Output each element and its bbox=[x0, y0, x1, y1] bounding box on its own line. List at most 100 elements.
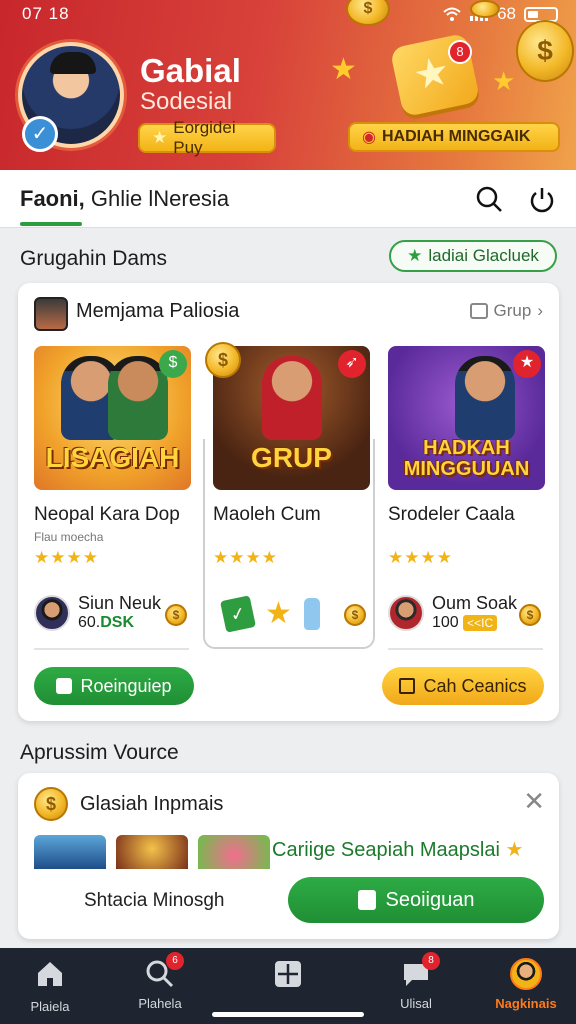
invite-promo-text: Cariige Seapiah Maapslai ★ bbox=[272, 839, 524, 861]
star-decor-icon: ★ bbox=[492, 66, 516, 96]
rating-stars: ★★★★ bbox=[213, 548, 278, 567]
group-link[interactable]: Grup › bbox=[469, 301, 543, 321]
coin-decor-icon: $ bbox=[516, 20, 574, 82]
divider bbox=[388, 648, 543, 650]
invite-secondary-link[interactable]: Shtacia Minosgh bbox=[84, 890, 224, 912]
nav-item-grid[interactable] bbox=[240, 958, 336, 999]
power-icon[interactable] bbox=[527, 184, 557, 214]
home-indicator bbox=[212, 1012, 364, 1017]
share-icon: ➶ bbox=[338, 350, 366, 378]
group-link-icon bbox=[469, 303, 488, 319]
avatar bbox=[388, 594, 424, 631]
join-group-label: Roeinguiep bbox=[80, 675, 172, 696]
thumbnail[interactable] bbox=[198, 835, 270, 869]
game-name: Maoleh Cum bbox=[213, 504, 321, 525]
owner-value: 100 <<IC bbox=[432, 614, 517, 632]
home-icon bbox=[38, 962, 62, 986]
star-decor-icon: ★ bbox=[330, 53, 357, 86]
game-banner-text: HADKAH MINGGUUAN bbox=[403, 437, 530, 480]
profile-badge-label: Eorgidei Puy bbox=[173, 118, 236, 157]
search-icon[interactable] bbox=[474, 184, 504, 214]
game-card-3[interactable]: HADKAH MINGGUUAN ★ Srodeler Caala ★★★★ $… bbox=[388, 346, 545, 650]
divider bbox=[34, 648, 189, 650]
game-card-2[interactable]: GRUP ➶ $ Maoleh Cum ★★★★ $ ✓ ★ bbox=[205, 342, 370, 633]
nav-item-chat[interactable]: 8 Ulisal bbox=[368, 952, 464, 1011]
tab-active-indicator bbox=[20, 222, 82, 226]
grid-icon bbox=[275, 961, 301, 987]
game-owner[interactable]: Siun Neuk 60.DSK bbox=[34, 593, 161, 632]
nav-label: Plahela bbox=[138, 996, 182, 1011]
gift-icon bbox=[357, 890, 376, 910]
profile-badge-button[interactable]: ★ Eorgidei Puy bbox=[138, 118, 276, 157]
verified-check-icon: ✓ bbox=[22, 116, 58, 152]
rating-stars: ★★★★ bbox=[388, 548, 453, 567]
check-details-button[interactable]: Cah Ceanics bbox=[382, 667, 544, 705]
nav-label: Ulisal bbox=[400, 996, 432, 1011]
tab-title-bold: Faoni, bbox=[20, 186, 85, 211]
notification-badge: 6 bbox=[166, 952, 184, 970]
game-subtitle bbox=[388, 530, 545, 542]
avatar bbox=[34, 594, 70, 631]
owner-value: 60.DSK bbox=[78, 614, 135, 631]
owner-name: Oum Soak bbox=[432, 593, 518, 613]
invite-button[interactable]: Seoiiguan bbox=[288, 877, 544, 923]
game-owner[interactable]: Oum Soak 100 <<IC bbox=[388, 593, 517, 632]
coin-icon: $ bbox=[519, 604, 541, 626]
invite-card-title: Glasiah Inpmais bbox=[80, 793, 224, 815]
external-link-icon bbox=[399, 678, 416, 694]
top-tab-bar: Faoni, Ghlie lNeresia bbox=[0, 170, 576, 228]
weekly-prize-button[interactable]: ◉ HADIAH MINGGAIK bbox=[348, 122, 560, 152]
game-thumbnail[interactable]: HADKAH MINGGUUAN ★ bbox=[388, 346, 545, 490]
bottle-icon bbox=[303, 597, 320, 630]
star-icon: ★ bbox=[505, 839, 524, 861]
nav-label: Plaiela bbox=[30, 999, 70, 1014]
notification-badge: 8 bbox=[422, 952, 440, 970]
group-action-button[interactable]: ★ ladiai Glacluek bbox=[389, 240, 557, 272]
profile-subtitle: Sodesial bbox=[140, 88, 233, 115]
thumbnail[interactable] bbox=[116, 835, 188, 869]
profile-name: Gabial bbox=[140, 52, 241, 89]
nav-label: Nagkinais bbox=[495, 996, 557, 1011]
game-card-1[interactable]: LISAGIAH $ Neopal Kara Dop Flau moecha ★… bbox=[34, 346, 191, 650]
section-title-groups: Grugahin Dams bbox=[20, 247, 168, 270]
ticket-icon: ✓ bbox=[220, 594, 256, 633]
coin-decor-icon bbox=[470, 0, 500, 18]
game-name: Neopal Kara Dop bbox=[34, 504, 180, 525]
rating-stars: ★★★★ bbox=[34, 548, 99, 567]
star-icon: ★ bbox=[265, 597, 292, 630]
group-games-card: Memjama Paliosia Grup › LISAGIAH $ Neopa… bbox=[18, 283, 559, 721]
chevron-right-icon: › bbox=[537, 301, 543, 320]
thumbnail[interactable] bbox=[34, 835, 106, 869]
check-details-label: Cah Ceanics bbox=[423, 675, 527, 696]
group-link-label: Grup bbox=[493, 301, 532, 320]
coin-icon: $ bbox=[344, 604, 366, 626]
prize-icon: ◉ bbox=[362, 129, 376, 146]
invite-card: $ Glasiah Inpmais ✕ Cariige Seapiah Maap… bbox=[18, 773, 559, 939]
game-subtitle bbox=[213, 530, 370, 542]
coin-icon: $ bbox=[34, 787, 68, 821]
nav-item-search[interactable]: 6 Plahela bbox=[112, 952, 208, 1011]
tab-title[interactable]: Faoni, Ghlie lNeresia bbox=[20, 186, 229, 212]
coin-icon: $ bbox=[165, 604, 187, 626]
game-name: Srodeler Caala bbox=[388, 504, 515, 525]
join-group-button[interactable]: Roeinguiep bbox=[34, 667, 194, 705]
gift-notification-badge: 8 bbox=[448, 40, 472, 64]
invite-thumbnails bbox=[34, 835, 270, 869]
profile-icon bbox=[510, 958, 542, 990]
section-title-resources: Aprussim Vource bbox=[20, 741, 179, 764]
tab-title-rest: Ghlie lNeresia bbox=[84, 186, 230, 211]
coin-icon: $ bbox=[159, 350, 187, 378]
game-banner-text: GRUP bbox=[251, 442, 332, 473]
game-thumbnail[interactable]: LISAGIAH $ bbox=[34, 346, 191, 490]
close-icon[interactable]: ✕ bbox=[523, 788, 545, 814]
star-badge-icon: ★ bbox=[513, 350, 541, 378]
profile-header: 07 18 68 ✓ Gabial Sodesial ★ Eorgidei Pu… bbox=[0, 0, 576, 170]
group-avatar-icon bbox=[34, 297, 68, 331]
briefcase-icon bbox=[56, 678, 73, 694]
owner-name: Siun Neuk bbox=[78, 593, 162, 613]
status-time: 07 18 bbox=[22, 4, 70, 23]
nav-item-profile[interactable]: Nagkinais bbox=[478, 958, 574, 1011]
nav-item-home[interactable]: Plaiela bbox=[2, 958, 98, 1014]
invite-button-label: Seoiiguan bbox=[385, 888, 475, 911]
coin-icon: $ bbox=[205, 342, 241, 378]
